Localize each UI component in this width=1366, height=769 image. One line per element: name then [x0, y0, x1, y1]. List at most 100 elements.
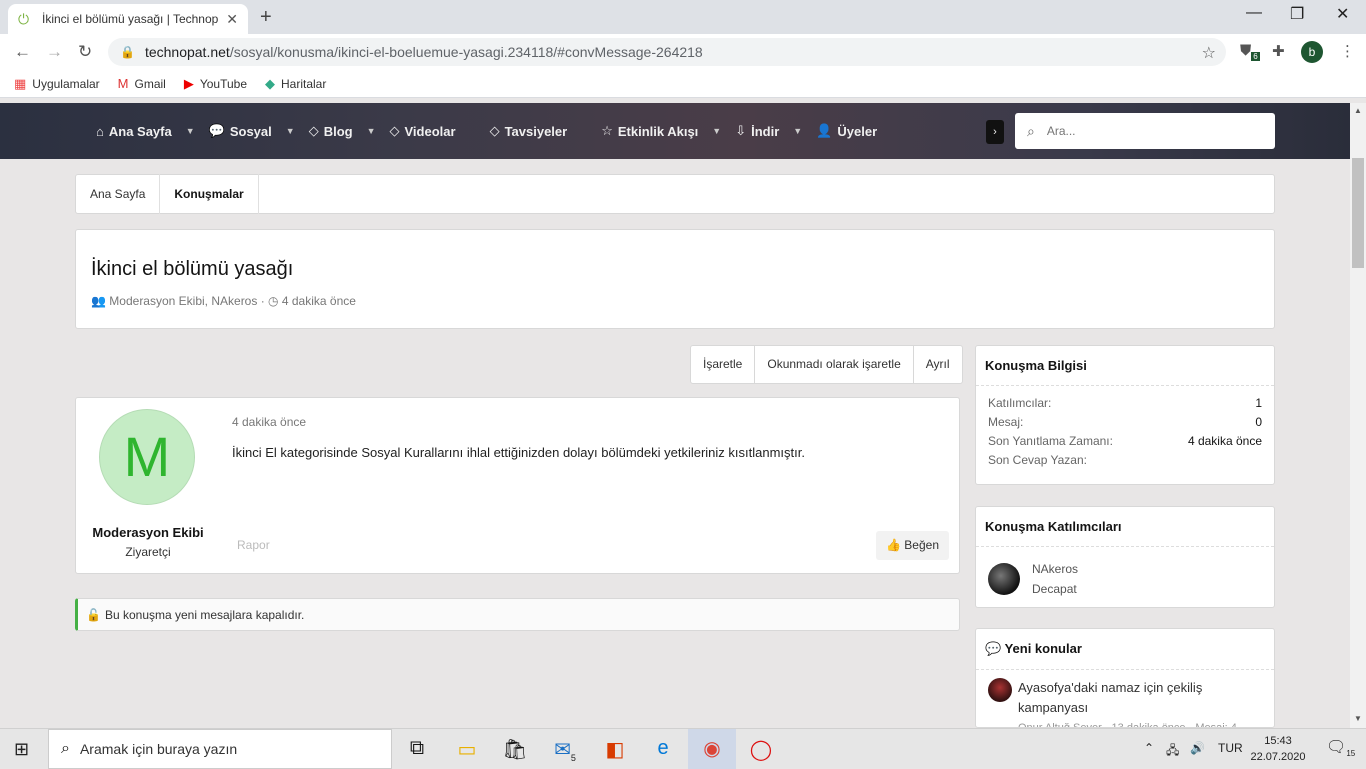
minimize-button[interactable]: —: [1246, 4, 1262, 22]
nav-label: Ana Sayfa: [108, 123, 172, 139]
office-icon[interactable]: ◧: [600, 737, 630, 762]
close-window-button[interactable]: ✕: [1336, 4, 1349, 24]
nav-download[interactable]: ⇩ İndir ▼: [731, 123, 812, 139]
participant-name[interactable]: NAkeros: [1032, 559, 1078, 579]
extension-badge: 6: [1251, 52, 1260, 61]
maps-icon: ◆: [265, 75, 275, 91]
comments-icon: 💬: [208, 123, 225, 138]
chevron-down-icon[interactable]: ▼: [367, 126, 376, 136]
mail-badge: 5: [570, 753, 576, 763]
nav-scroll-right-button[interactable]: ›: [986, 120, 1004, 144]
task-view-icon[interactable]: ⧉: [402, 737, 432, 760]
browser-tabbar: ⏻ İkinci el bölümü yasağı | Technop ✕ + …: [0, 0, 1366, 34]
close-tab-icon[interactable]: ✕: [226, 11, 238, 28]
file-explorer-icon[interactable]: ▭: [452, 737, 482, 762]
nav-social[interactable]: 💬 Sosyal ▼: [205, 123, 305, 139]
scrollbar-thumb[interactable]: [1352, 158, 1364, 268]
leave-button[interactable]: Ayrıl: [914, 346, 962, 383]
reload-button[interactable]: ↻: [78, 42, 92, 62]
store-icon[interactable]: 🛍: [500, 737, 530, 762]
info-key: Son Cevap Yazan:: [988, 453, 1087, 467]
bookmark-label: YouTube: [199, 76, 247, 91]
bookmark-maps[interactable]: ◆ Haritalar: [265, 76, 326, 92]
nav-label: Etkinlik Akışı: [617, 123, 699, 139]
clock-icon: ◷: [268, 294, 279, 308]
site-search[interactable]: ⌕: [1015, 113, 1275, 149]
mark-button[interactable]: İşaretle: [691, 346, 756, 383]
back-button[interactable]: ←: [14, 42, 31, 62]
notifications-icon[interactable]: 🗨15: [1326, 737, 1355, 758]
message-time[interactable]: 4 dakika önce: [232, 415, 306, 429]
bookmarks-bar: ▦ Uygulamalar M Gmail ▶ YouTube ◆ Haritalar: [0, 70, 1366, 98]
forward-button[interactable]: →: [46, 42, 63, 62]
bookmark-youtube[interactable]: ▶ YouTube: [184, 76, 247, 92]
clock-date: 22.07.2020: [1250, 751, 1306, 763]
nav-members[interactable]: 👤 Üyeler: [812, 123, 887, 139]
chevron-down-icon[interactable]: ▼: [286, 126, 295, 136]
language-indicator[interactable]: TUR: [1218, 741, 1243, 755]
chevron-down-icon[interactable]: ▼: [186, 126, 195, 136]
participant-avatar[interactable]: [988, 563, 1020, 595]
nav-label: Sosyal: [229, 123, 272, 139]
edge-icon[interactable]: e: [648, 737, 678, 760]
chrome-icon[interactable]: ◉: [688, 729, 736, 769]
mark-unread-button[interactable]: Okunmadı olarak işaretle: [755, 346, 914, 383]
thread-item[interactable]: Ayasofya'daki namaz için çekiliş kampany…: [976, 670, 1274, 727]
browser-tab[interactable]: ⏻ İkinci el bölümü yasağı | Technop ✕: [8, 4, 248, 34]
bookmark-gmail[interactable]: M Gmail: [118, 76, 166, 91]
nav-blog[interactable]: ◇ Blog ▼: [305, 123, 386, 139]
like-button[interactable]: 👍 Beğen: [876, 531, 949, 560]
bookmark-star-icon[interactable]: ☆: [1202, 43, 1216, 63]
participants-link[interactable]: Moderasyon Ekibi, NAkeros: [109, 294, 257, 308]
tray-chevron-up-icon[interactable]: ⌃: [1144, 741, 1154, 755]
url-path: /sosyal/konusma/ikinci-el-boeluemue-yasa…: [229, 44, 703, 60]
network-icon[interactable]: 🖧: [1166, 741, 1179, 762]
breadcrumb-home[interactable]: Ana Sayfa: [76, 174, 161, 214]
lock-icon: 🔓: [86, 607, 101, 622]
maximize-button[interactable]: ❐: [1290, 4, 1304, 24]
extensions-puzzle-icon[interactable]: ✚: [1272, 42, 1285, 60]
nav-activity[interactable]: ☆ Etkinlik Akışı ▼: [597, 123, 731, 139]
volume-icon[interactable]: 🔊: [1190, 741, 1205, 755]
url-domain: technopat.net: [144, 44, 230, 60]
info-key: Mesaj:: [988, 415, 1024, 429]
author-name[interactable]: Moderasyon Ekibi: [76, 525, 220, 540]
extension-shield-icon[interactable]: ⛊ 6: [1240, 42, 1260, 61]
windows-taskbar: ⊞ ⌕ Aramak için buraya yazın ⧉ ▭ 🛍 ✉5 ◧ …: [0, 728, 1366, 769]
participants-title: Konuşma Katılımcıları: [976, 507, 1274, 547]
info-key: Katılımcılar:: [988, 396, 1052, 410]
participant-role: Decapat: [1032, 582, 1077, 596]
chevron-down-icon[interactable]: ▼: [712, 126, 721, 136]
profile-avatar[interactable]: b: [1301, 41, 1323, 63]
opera-icon[interactable]: ◯: [746, 737, 776, 762]
search-input[interactable]: [1046, 124, 1202, 138]
avatar[interactable]: M: [99, 409, 195, 505]
new-tab-button[interactable]: +: [260, 6, 272, 29]
taskbar-clock[interactable]: 15:43 22.07.2020: [1250, 733, 1306, 765]
thread-avatar[interactable]: [988, 678, 1012, 702]
participant-item[interactable]: NAkeros Decapat: [976, 547, 1274, 611]
conversation-info-title: Konuşma Bilgisi: [976, 346, 1274, 386]
menu-kebab-icon[interactable]: ⋮: [1340, 42, 1355, 60]
new-threads-block: 💬 Yeni konular Ayasofya'daki namaz için …: [975, 628, 1275, 728]
nav-home[interactable]: ⌂ Ana Sayfa ▼: [92, 124, 205, 139]
closed-notice-text: Bu konuşma yeni mesajlara kapalıdır.: [104, 607, 305, 622]
report-link[interactable]: Rapor: [237, 538, 270, 552]
scroll-down-icon[interactable]: ▼: [1354, 714, 1362, 723]
mail-icon[interactable]: ✉5: [550, 737, 580, 763]
conversation-actions: İşaretle Okunmadı olarak işaretle Ayrıl: [690, 345, 963, 384]
breadcrumb-conversations[interactable]: Konuşmalar: [160, 174, 259, 214]
search-icon: ⌕: [1027, 122, 1035, 139]
conversation-header: İkinci el bölümü yasağı 👥 Moderasyon Eki…: [75, 229, 1275, 329]
thread-title[interactable]: Ayasofya'daki namaz için çekiliş kampany…: [1018, 678, 1262, 718]
address-bar[interactable]: 🔒 technopat.net/sosyal/konusma/ikinci-el…: [108, 38, 1226, 66]
windows-start-icon[interactable]: ⊞: [14, 739, 29, 760]
chevron-down-icon[interactable]: ▼: [793, 126, 802, 136]
page-title: İkinci el bölümü yasağı: [91, 258, 294, 280]
taskbar-search-text: Aramak için buraya yazın: [79, 741, 238, 757]
bookmark-apps[interactable]: ▦ Uygulamalar: [14, 76, 100, 92]
scroll-up-icon[interactable]: ▲: [1354, 106, 1362, 115]
nav-videos[interactable]: ◇ Videolar: [386, 123, 486, 139]
taskbar-search[interactable]: ⌕ Aramak için buraya yazın: [48, 729, 392, 769]
nav-recommendations[interactable]: ◇ Tavsiyeler: [486, 123, 598, 139]
